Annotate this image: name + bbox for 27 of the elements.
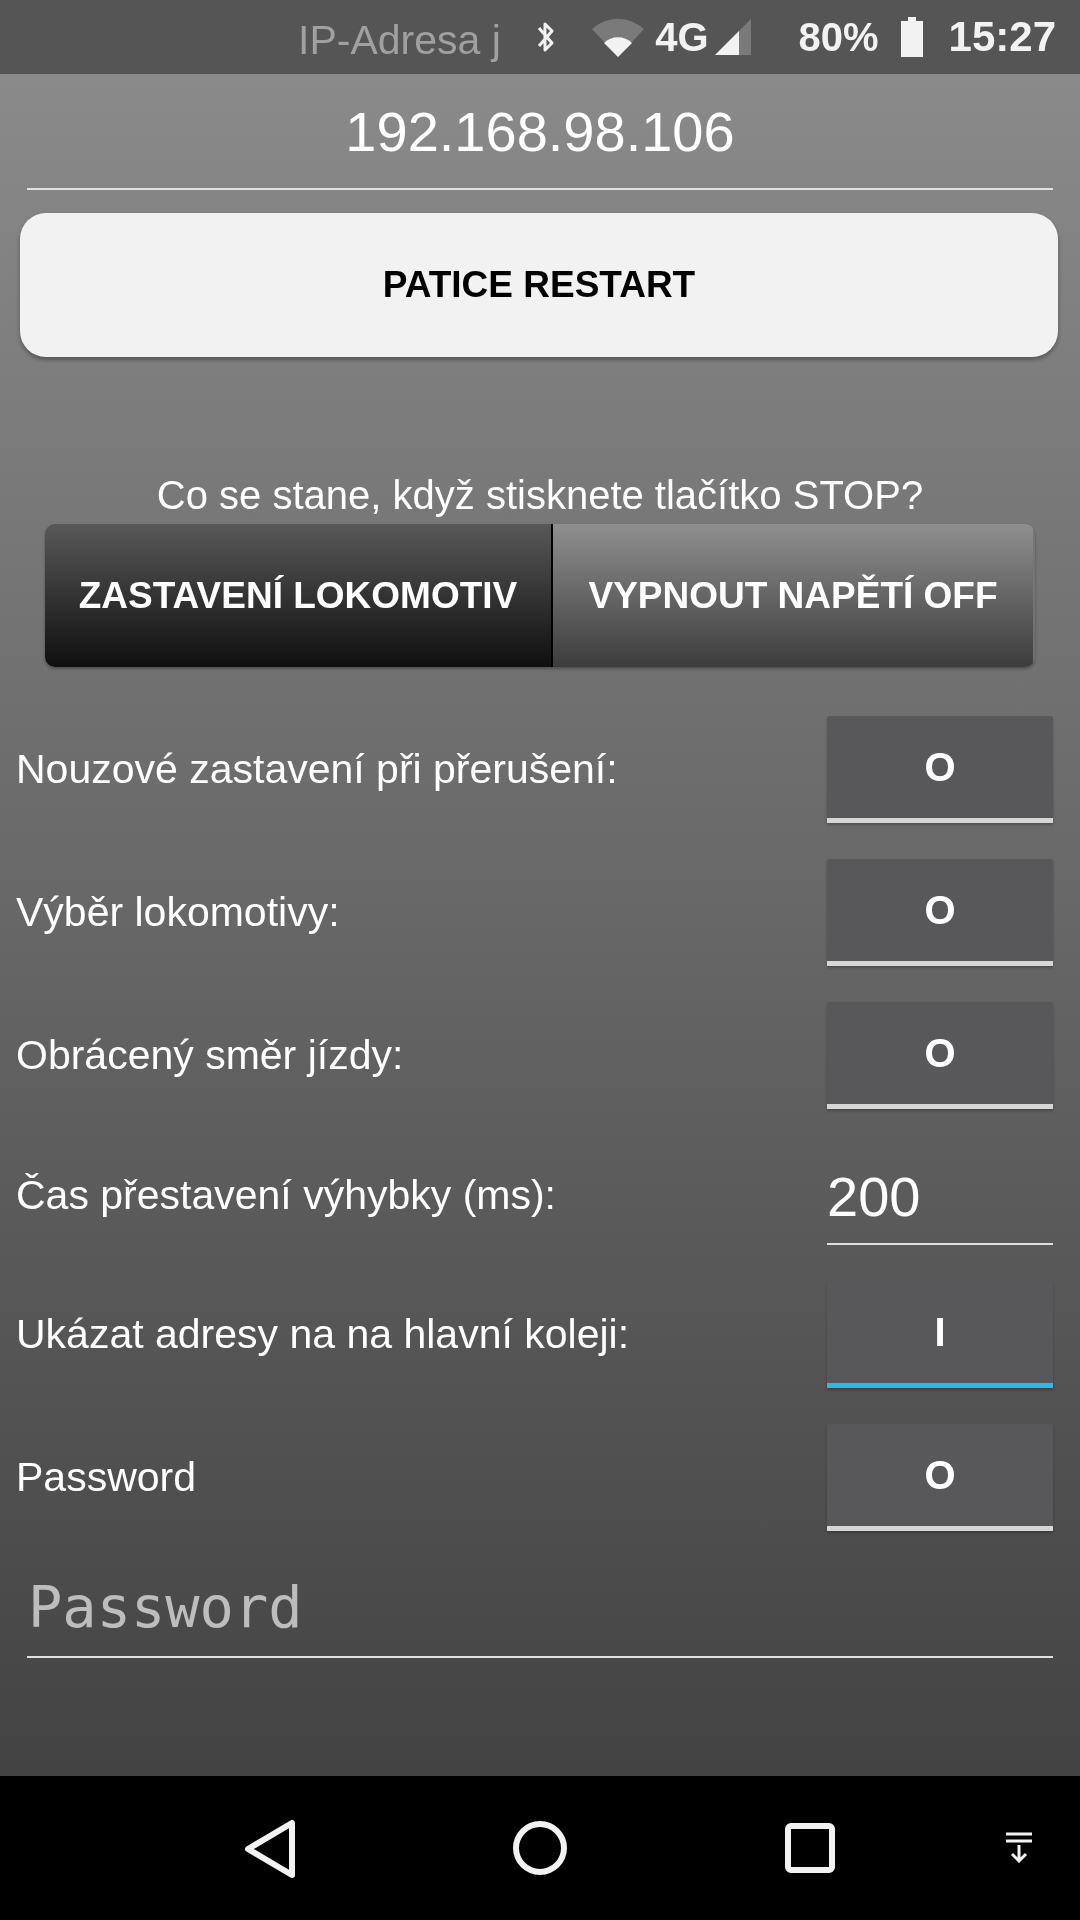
toggle-button[interactable]: I — [827, 1281, 1053, 1388]
setting-label: Nouzové zastavení při přerušení: — [16, 746, 618, 793]
stop-mode-option[interactable]: VYPNOUT NAPĚTÍ OFF — [553, 524, 1033, 667]
ip-address-field[interactable]: 192.168.98.106 — [27, 74, 1053, 190]
recents-icon[interactable] — [785, 1823, 835, 1873]
home-icon[interactable] — [512, 1820, 568, 1876]
stop-question-text: Co se stane, když stisknete tlačítko STOP? — [155, 472, 925, 519]
app-title: IP-Adresa j — [298, 16, 501, 64]
number-field[interactable]: 200 — [827, 1145, 1053, 1245]
clock: 15:27 — [948, 13, 1056, 61]
battery-percent: 80% — [798, 14, 879, 60]
setting-label: Ukázat adresy na na hlavní koleji: — [16, 1311, 630, 1358]
restart-button[interactable]: PATICE RESTART — [20, 213, 1058, 357]
password-field[interactable]: Password — [27, 1557, 1053, 1658]
toggle-button[interactable]: O — [827, 859, 1053, 966]
setting-label: Čas přestavení výhybky (ms): — [16, 1171, 556, 1219]
setting-label: Obrácený směr jízdy: — [16, 1032, 404, 1079]
stop-mode-option[interactable]: ZASTAVENÍ LOKOMOTIV — [45, 524, 553, 667]
toggle-button[interactable]: O — [827, 1002, 1053, 1109]
toggle-button[interactable]: O — [827, 716, 1053, 823]
setting-label: Password — [16, 1454, 196, 1501]
battery-icon — [900, 17, 923, 57]
back-icon[interactable] — [244, 1819, 296, 1879]
lines-arrow-down-icon[interactable] — [1005, 1831, 1033, 1863]
toggle-button[interactable]: O — [827, 1424, 1053, 1531]
setting-label: Výběr lokomotivy: — [16, 889, 340, 936]
network-type-label: 4G — [655, 14, 709, 60]
